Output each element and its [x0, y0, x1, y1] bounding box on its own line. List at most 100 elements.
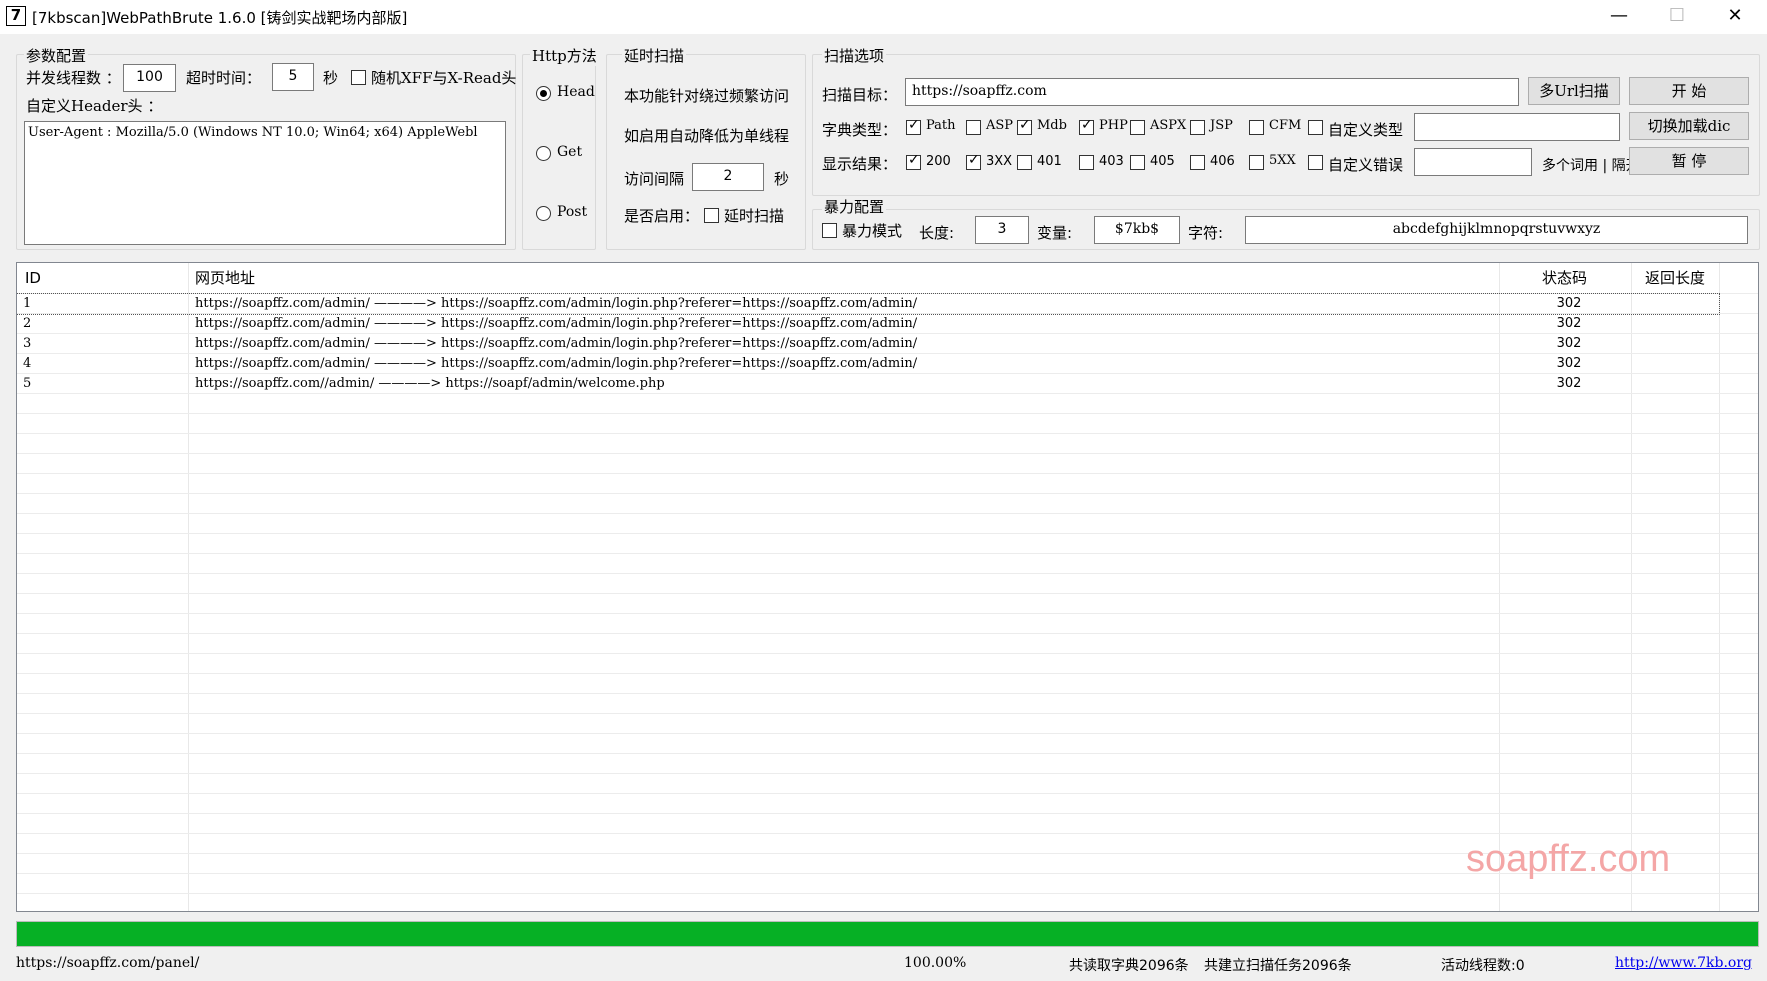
brute-length-label: 长度: — [919, 224, 955, 242]
random-xff-checkbox[interactable] — [351, 70, 366, 85]
custom-error-input[interactable] — [1414, 148, 1532, 176]
row-gridline — [17, 653, 1758, 654]
status-active-threads: 活动线程数:0 — [1441, 958, 1525, 974]
dict-type-label: 字典类型： — [822, 121, 898, 139]
status-percent: 100.00% — [904, 955, 967, 971]
row-gridline — [17, 613, 1758, 614]
brute-charset-input[interactable]: abcdefghijklmnopqrstuvwxyz — [1245, 216, 1748, 244]
website-link[interactable]: http://www.7kb.org — [1615, 955, 1752, 971]
column-header-url[interactable]: 网页地址 — [195, 263, 256, 293]
table-row[interactable]: 3 https://soapffz.com/admin/ ————> https:… — [17, 334, 1719, 354]
http-method-radio-post[interactable] — [536, 206, 551, 221]
row-gridline — [17, 833, 1758, 834]
watermark: soapffz.com — [1466, 838, 1671, 880]
threads-label: 并发线程数 ： — [26, 69, 121, 87]
delay-scan-label: 延时扫描 — [724, 207, 785, 225]
row-url: https://soapffz.com//admin/ ————> https:… — [195, 376, 665, 391]
brute-variable-input[interactable]: $7kb$ — [1094, 216, 1180, 244]
result-checkbox-403[interactable] — [1079, 155, 1094, 170]
dict-checkbox-mdb[interactable] — [1017, 117, 1032, 135]
start-button[interactable]: 开 始 — [1629, 77, 1749, 105]
multi-url-scan-button[interactable]: 多Url扫描 — [1528, 77, 1620, 105]
progress-bar — [16, 921, 1759, 947]
switch-dict-button[interactable]: 切换加载dic — [1629, 112, 1749, 140]
maximize-button[interactable]: ☐ — [1648, 0, 1706, 34]
dict-checkbox-jsp[interactable] — [1190, 120, 1205, 135]
dict-checkbox-php[interactable] — [1079, 117, 1094, 135]
dict-checkbox-cfm[interactable] — [1249, 120, 1264, 135]
table-row[interactable]: 2 https://soapffz.com/admin/ ————> https:… — [17, 314, 1719, 334]
result-label-405: 405 — [1150, 154, 1175, 169]
http-method-label-get: Get — [557, 144, 583, 160]
dict-label-cfm: CFM — [1269, 118, 1302, 133]
row-gridline — [17, 453, 1758, 454]
random-xff-label: 随机XFF与X-Read头 — [371, 69, 517, 87]
pause-button[interactable]: 暂 停 — [1629, 147, 1749, 175]
brute-length-input[interactable]: 3 — [975, 216, 1029, 244]
result-label-403: 403 — [1099, 154, 1124, 169]
result-checkbox-406[interactable] — [1190, 155, 1205, 170]
column-header-id[interactable]: ID — [25, 263, 41, 293]
result-checkbox-3xx[interactable] — [966, 152, 981, 170]
brute-charset-label: 字符: — [1188, 224, 1224, 242]
dict-label-aspx: ASPX — [1150, 118, 1187, 133]
column-header-status[interactable]: 状态码 — [1542, 263, 1588, 293]
progress-fill — [17, 922, 1758, 946]
timeout-input[interactable]: 5 — [272, 63, 314, 91]
row-gridline — [17, 693, 1758, 694]
row-gridline — [17, 573, 1758, 574]
dict-checkbox-asp[interactable] — [966, 120, 981, 135]
brute-mode-checkbox[interactable] — [822, 223, 837, 238]
http-method-radio-get[interactable] — [536, 146, 551, 161]
brute-variable-label: 变量: — [1037, 224, 1073, 242]
dict-label-path: Path — [926, 118, 956, 133]
app-icon: 7 — [6, 6, 26, 26]
timeout-label: 超时时间： — [186, 69, 262, 87]
http-method-radio-head[interactable] — [536, 86, 551, 101]
row-url: https://soapffz.com/admin/ ————> https:/… — [195, 336, 918, 351]
row-gridline — [17, 673, 1758, 674]
column-header-length[interactable]: 返回长度 — [1645, 263, 1706, 293]
scan-target-input[interactable]: https://soapffz.com — [905, 78, 1519, 106]
row-id: 3 — [23, 336, 32, 351]
row-gridline — [17, 553, 1758, 554]
row-gridline — [17, 513, 1758, 514]
http-method-group-title: Http方法 — [530, 45, 599, 66]
result-checkbox-custom[interactable] — [1308, 155, 1323, 170]
delay-scan-checkbox[interactable] — [704, 208, 719, 223]
delay-desc-1: 本功能针对绕过频繁访问 — [624, 87, 790, 105]
custom-header-textarea[interactable]: User-Agent : Mozilla/5.0 (Windows NT 10.… — [24, 121, 506, 245]
result-label-401: 401 — [1037, 154, 1062, 169]
interval-input[interactable]: 2 — [692, 163, 764, 191]
table-row[interactable]: 1 https://soapffz.com/admin/ ————> https:… — [17, 293, 1720, 315]
row-id: 4 — [23, 356, 32, 371]
row-status: 302 — [1556, 316, 1582, 331]
result-checkbox-5xx[interactable] — [1249, 155, 1264, 170]
scan-options-group-title: 扫描选项 — [822, 45, 887, 66]
minimize-button[interactable]: — — [1590, 0, 1648, 34]
table-row[interactable]: 5 https://soapffz.com//admin/ ————> https… — [17, 374, 1719, 394]
dict-checkbox-custom[interactable] — [1308, 120, 1323, 135]
status-tasks: 共建立扫描任务2096条 — [1204, 958, 1352, 974]
custom-type-input[interactable] — [1414, 113, 1620, 141]
result-checkbox-200[interactable] — [906, 152, 921, 170]
result-checkbox-405[interactable] — [1130, 155, 1145, 170]
result-label-5xx: 5XX — [1269, 153, 1296, 168]
interval-unit: 秒 — [774, 170, 790, 188]
row-gridline — [17, 753, 1758, 754]
row-gridline — [17, 793, 1758, 794]
custom-header-label: 自定义Header头 ： — [26, 97, 163, 115]
row-gridline — [17, 533, 1758, 534]
threads-input[interactable]: 100 — [123, 64, 176, 92]
results-table[interactable]: ID 网页地址 状态码 返回长度 1 https://soapffz.com/ad… — [16, 262, 1759, 912]
row-gridline — [17, 733, 1758, 734]
result-checkbox-401[interactable] — [1017, 155, 1032, 170]
row-gridline — [17, 493, 1758, 494]
row-gridline — [17, 413, 1758, 414]
table-row[interactable]: 4 https://soapffz.com/admin/ ————> https:… — [17, 354, 1719, 374]
dict-checkbox-aspx[interactable] — [1130, 120, 1145, 135]
result-label-200: 200 — [926, 154, 951, 169]
dict-checkbox-path[interactable] — [906, 117, 921, 135]
row-url: https://soapffz.com/admin/ ————> https:/… — [195, 356, 918, 371]
close-button[interactable]: ✕ — [1706, 0, 1764, 34]
